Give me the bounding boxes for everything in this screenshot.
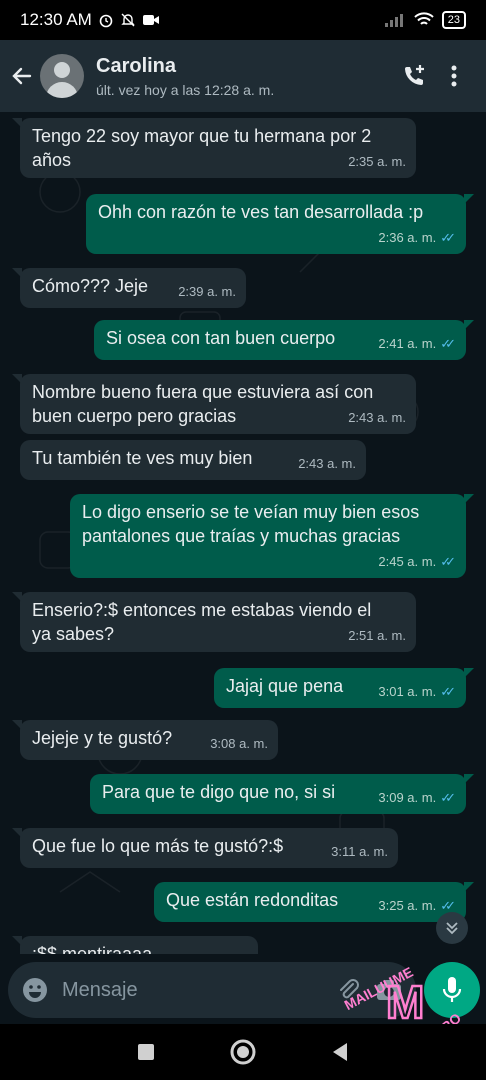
alarm-icon xyxy=(99,14,113,28)
message-time: 3:01 a. m. xyxy=(378,684,437,699)
message-incoming[interactable]: Enserio?:$ entonces me estabas viendo el… xyxy=(12,592,416,652)
system-nav-bar xyxy=(0,1024,486,1080)
back-triangle-icon[interactable] xyxy=(331,1042,349,1062)
battery-level: 23 xyxy=(441,11,466,29)
message-time: 3:25 a. m. xyxy=(378,898,437,913)
message-incoming[interactable]: Cómo??? Jeje 2:39 a. m. xyxy=(12,268,246,308)
message-text: Ohh con razón te ves tan desarrollada :p xyxy=(98,202,424,222)
message-time: 2:36 a. m. xyxy=(378,230,437,245)
video-icon xyxy=(142,15,159,25)
last-seen: últ. vez hoy a las 12:28 a. m. xyxy=(96,81,275,98)
home-icon[interactable] xyxy=(230,1039,256,1065)
message-outgoing[interactable]: Lo digo enserio se te veían muy bien eso… xyxy=(70,494,474,578)
message-incoming[interactable]: :$$ mentiraaaa xyxy=(12,936,258,954)
back-button[interactable] xyxy=(8,62,36,90)
message-time: 2:45 a. m. xyxy=(378,554,437,569)
message-time: 2:41 a. m. xyxy=(378,336,437,351)
kebab-menu-icon xyxy=(451,65,457,87)
message-placeholder: Mensaje xyxy=(62,978,138,1001)
read-ticks-icon: ✓✓ xyxy=(440,230,456,245)
recents-icon[interactable] xyxy=(137,1043,155,1061)
read-ticks-icon: ✓✓ xyxy=(440,336,456,351)
contact-info[interactable]: Carolina últ. vez hoy a las 12:28 a. m. xyxy=(96,55,394,98)
message-outgoing[interactable]: Jajaj que pena 3:01 a. m. ✓✓ xyxy=(214,668,474,708)
message-time: 2:43 a. m. xyxy=(348,410,406,425)
message-time: 2:39 a. m. xyxy=(178,284,236,299)
message-time: 2:51 a. m. xyxy=(348,628,406,643)
message-outgoing[interactable]: Si osea con tan buen cuerpo 2:41 a. m. ✓✓ xyxy=(94,320,474,360)
more-options-button[interactable] xyxy=(434,56,474,96)
mute-icon xyxy=(121,13,135,27)
message-incoming[interactable]: Jejeje y te gustó? 3:08 a. m. xyxy=(12,720,278,760)
message-outgoing[interactable]: Que están redonditas 3:25 a. m. ✓✓ xyxy=(154,882,474,922)
message-incoming[interactable]: Que fue lo que más te gustó?:$ 3:11 a. m… xyxy=(12,828,398,868)
message-incoming[interactable]: Tengo 22 soy mayor que tu hermana por 2 … xyxy=(12,118,416,178)
read-ticks-icon: ✓✓ xyxy=(440,684,456,699)
clock: 12:30 AM xyxy=(20,10,92,29)
avatar[interactable] xyxy=(40,54,84,98)
message-outgoing[interactable]: Ohh con razón te ves tan desarrollada :p… xyxy=(86,194,474,254)
status-bar: 12:30 AM 23 xyxy=(0,0,486,40)
message-time: 3:11 a. m. xyxy=(331,844,388,859)
chat-header: Carolina últ. vez hoy a las 12:28 a. m. xyxy=(0,40,486,112)
contact-name: Carolina xyxy=(96,54,177,77)
signal-icon xyxy=(384,14,403,27)
message-text: Lo digo enserio se te veían muy bien eso… xyxy=(82,502,420,546)
message-incoming[interactable]: Tu también te ves muy bien 2:43 a. m. xyxy=(20,440,366,480)
message-time: 2:35 a. m. xyxy=(348,154,406,169)
read-ticks-icon: ✓✓ xyxy=(440,554,456,569)
emoji-icon[interactable] xyxy=(22,977,48,1003)
back-arrow-icon xyxy=(12,67,32,85)
message-list[interactable]: Tengo 22 soy mayor que tu hermana por 2 … xyxy=(0,112,486,954)
message-time: 3:08 a. m. xyxy=(210,736,268,751)
watermark-letter: M xyxy=(386,976,424,1028)
add-call-button[interactable] xyxy=(394,56,434,96)
wifi-icon xyxy=(414,12,434,25)
read-ticks-icon: ✓✓ xyxy=(440,790,456,805)
phone-plus-icon xyxy=(405,65,424,85)
message-time: 2:43 a. m. xyxy=(298,456,356,471)
message-incoming[interactable]: Nombre bueno fuera que estuviera así con… xyxy=(12,374,416,434)
message-outgoing[interactable]: Para que te digo que no, si si 3:09 a. m… xyxy=(90,774,474,814)
message-time: 3:09 a. m. xyxy=(378,790,437,805)
message-text: :$$ mentiraaaa xyxy=(32,944,153,954)
